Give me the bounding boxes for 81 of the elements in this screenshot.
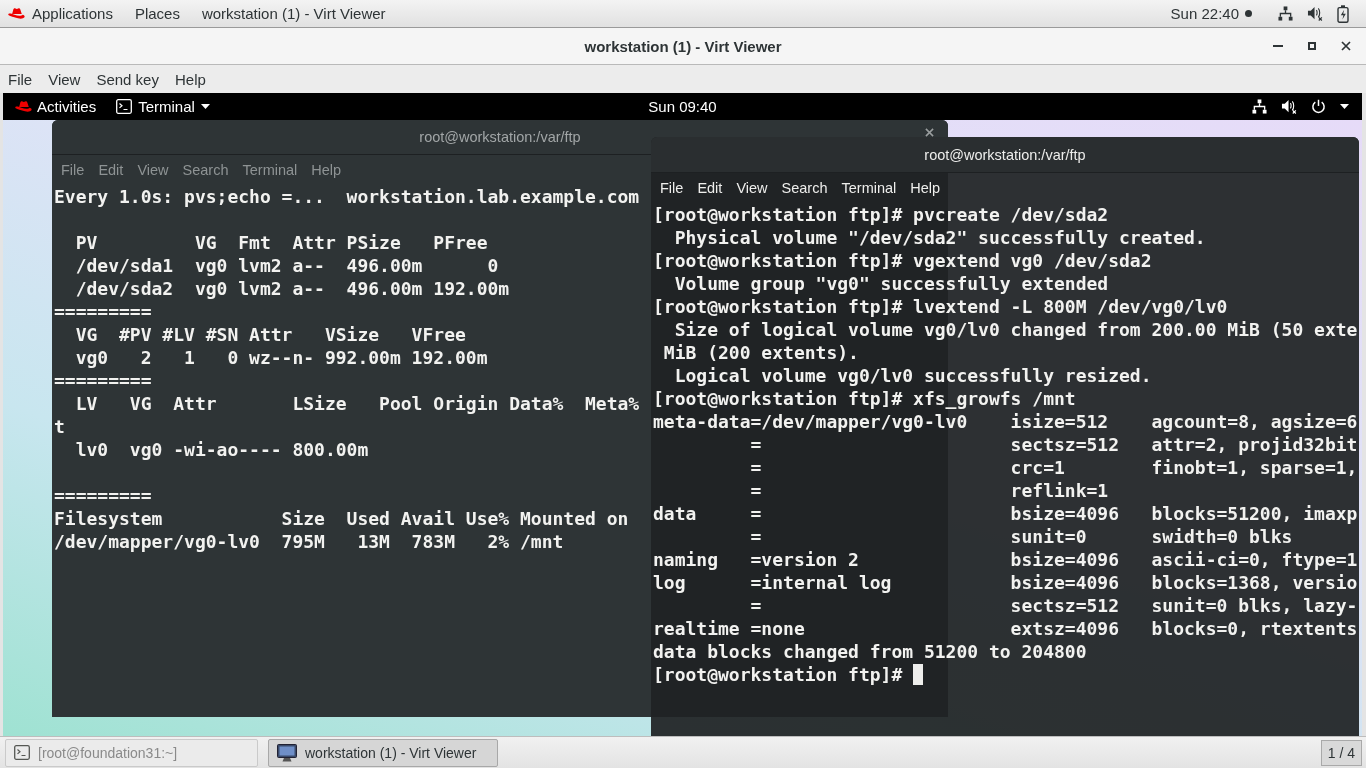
terminal-line: = crc=1 finobt=1, sparse=1, [749,456,1358,479]
terminal-line: [root@workstation ftp]# vgextend vg0 /dev/sda2 [653,249,1152,272]
close-button[interactable] [925,128,934,137]
window-title: workstation (1) - Virt Viewer [584,37,782,55]
terminal-line: = reflink=1 [749,479,1109,502]
terminal-line: LV VG Attr LSize Pool Origin Data% Meta% [74,392,640,415]
menu-item[interactable]: Terminal [841,180,897,196]
menu-item[interactable]: Applications [32,5,113,22]
terminal-line: lv0 vg0 -wi-ao---- 800.00m [74,438,369,461]
terminal-line: ========= [54,484,152,507]
menu-item[interactable]: Search [182,162,229,178]
hat-logo-icon [15,100,32,113]
terminal-line: [root@workstation ftp]# xfs_growfs /mnt [653,387,1076,410]
menu-item[interactable]: Search [781,180,828,196]
terminal-line: /dev/sda1 vg0 lvm2 a-- 496.00m 0 [74,254,499,277]
terminal-line: MiB (200 extents). [662,341,859,364]
monitor-icon [277,743,297,762]
terminal-line: ========= [54,300,152,323]
terminal-line: t [54,415,65,438]
terminal-line: data blocks changed from 51200 to 204800 [653,640,1087,663]
terminal-line: data = bsize=4096 blocks=51200, imaxp [653,502,1358,525]
terminal-line: [root@workstation ftp]# pvcreate /dev/sda2 [653,203,1109,226]
terminal-line: [root@workstation ftp]# lvextend -L 800M /dev/vg0/lv0 [653,295,1228,318]
window-title: root@workstation:/var/ftp [924,146,1086,163]
workspace-switcher[interactable]: 1 / 4 [1320,739,1362,766]
terminal-line: naming =version 2 bsize=4096 ascii-ci=0, ftype=1 [653,548,1358,571]
minimize-icon [1273,45,1283,47]
menu-item[interactable]: File [61,162,85,178]
terminal-line: meta-data=/dev/mapper/vg0-lv0 isize=512 agcount=8, agsize=6 [653,410,1358,433]
hat-logo-icon [8,7,25,20]
terminal-line: /dev/sda2 vg0 lvm2 a-- 496.00m 192.00m [74,277,510,300]
terminal-line: = sectsz=512 attr=2, projid32bit [749,433,1358,456]
menu-item[interactable]: Help [174,70,206,88]
volume-muted-icon[interactable] [1307,6,1323,21]
terminal-line: Logical volume vg0/lv0 successfully resized. [673,364,1152,387]
caret-icon [1340,104,1349,109]
terminal-icon [116,99,133,114]
terminal-line: [root@workstation ftp]# [653,663,903,686]
app-menu[interactable]: workstation (1) - Virt Viewer [201,5,386,22]
terminal-line: log =internal log bsize=4096 blocks=1368, versio [653,571,1358,594]
terminal-line: realtime =none extsz=4096 blocks=0, rtextents [653,617,1358,640]
menu-item[interactable]: Help [910,180,941,196]
terminal-line: VG #PV #LV #SN Attr VSize VFree [74,323,466,346]
battery-icon[interactable] [1337,4,1349,23]
terminal-line: = sectsz=512 sunit=0 blks, lazy- [749,594,1358,617]
menu-item[interactable]: Places [134,5,180,22]
menu-item[interactable]: View [736,180,768,196]
menu-item[interactable]: View [137,162,169,178]
menu-item[interactable]: File [8,70,33,88]
terminal-line: Filesystem Size Used Avail Use% Mounted on [54,507,629,530]
caret-icon [200,104,210,109]
power-icon[interactable] [1311,99,1326,114]
menu-item[interactable]: View [48,70,81,88]
terminal-line: vg0 2 1 0 wz--n- 992.00m 192.00m [74,346,488,369]
menu-item[interactable]: Edit [697,180,723,196]
maximize-icon [1308,42,1316,50]
menu-item[interactable]: Edit [98,162,124,178]
terminal-line: Every 1.0s: pvs;echo =... workstation.lab.example.com [54,185,640,208]
taskbar-button[interactable]: workstation (1) - Virt Viewer [268,738,498,767]
menu-item[interactable]: Terminal [242,162,298,178]
terminal-line: Size of logical volume vg0/lv0 changed from 200.00 MiB (50 exte [673,318,1358,341]
volume-muted-icon[interactable] [1281,99,1297,114]
clock[interactable]: Sun 09:40 [648,98,717,115]
close-icon [925,128,934,137]
terminal-line: Volume group "vg0" successfully extended [673,272,1109,295]
clock[interactable]: Sun 22:40 [1170,5,1239,22]
menu-item[interactable]: File [660,180,684,196]
terminal-line: = sunit=0 swidth=0 blks [749,525,1293,548]
network-icon[interactable] [1252,99,1267,114]
network-icon[interactable] [1278,6,1293,21]
window-title: root@workstation:/var/ftp [419,129,581,145]
app-menu[interactable]: Terminal [116,98,210,115]
terminal-line: PV VG Fmt Attr PSize PFree [74,231,488,254]
terminal-icon [14,745,30,760]
terminal-line: ========= [54,369,152,392]
menu-item[interactable]: Help [311,162,342,178]
terminal-line: Physical volume "/dev/sda2" successfully created. [673,226,1206,249]
close-icon [1341,41,1351,51]
activities-button[interactable]: Activities [15,98,97,115]
menu-item[interactable]: Send key [96,70,159,88]
terminal-line: /dev/mapper/vg0-lv0 795M 13M 783M 2% /mnt [54,530,564,553]
